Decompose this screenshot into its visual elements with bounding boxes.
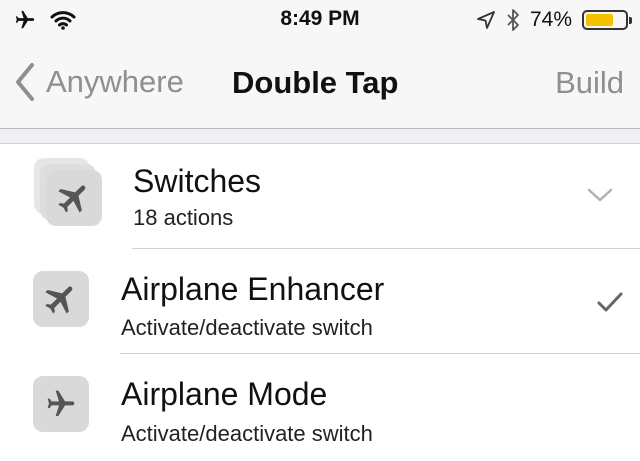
build-button[interactable]: Build <box>555 65 624 101</box>
list-item-subtitle: 18 actions <box>133 205 234 230</box>
back-label: Anywhere <box>46 64 184 99</box>
section-gap <box>0 129 640 144</box>
chevron-down-icon[interactable] <box>586 186 614 204</box>
location-icon <box>477 11 495 29</box>
page-title: Double Tap <box>232 65 399 100</box>
airplane-icon <box>46 170 102 226</box>
airplane-icon <box>33 271 89 327</box>
status-bar: 8:49 PM 74% <box>0 0 640 40</box>
status-right-icons: 74% <box>476 7 632 33</box>
battery-icon <box>582 10 632 30</box>
battery-nub <box>629 17 632 24</box>
list-item-airplane-mode[interactable]: Airplane Mode Activate/deactivate switch <box>0 354 640 459</box>
list-item-switches[interactable]: Switches 18 actions <box>0 144 640 249</box>
checkmark-icon <box>597 292 623 312</box>
action-list: Switches 18 actions Airplane Enhancer Ac… <box>0 144 640 459</box>
navigation-bar: Anywhere Double Tap Build <box>0 40 640 129</box>
back-button[interactable]: Anywhere <box>14 62 184 102</box>
list-item-title: Switches <box>133 163 262 199</box>
list-item-subtitle: Activate/deactivate switch <box>121 421 373 446</box>
battery-percent: 74% <box>529 8 572 31</box>
list-item-subtitle: Activate/deactivate switch <box>121 315 373 340</box>
battery-fill <box>586 14 614 26</box>
bluetooth-icon <box>507 9 519 31</box>
list-item-title: Airplane Enhancer <box>121 271 385 307</box>
list-item-title: Airplane Mode <box>121 376 328 412</box>
chevron-left-icon <box>16 63 34 101</box>
airplane-small-icon <box>33 376 89 432</box>
list-item-airplane-enhancer[interactable]: Airplane Enhancer Activate/deactivate sw… <box>0 249 640 354</box>
